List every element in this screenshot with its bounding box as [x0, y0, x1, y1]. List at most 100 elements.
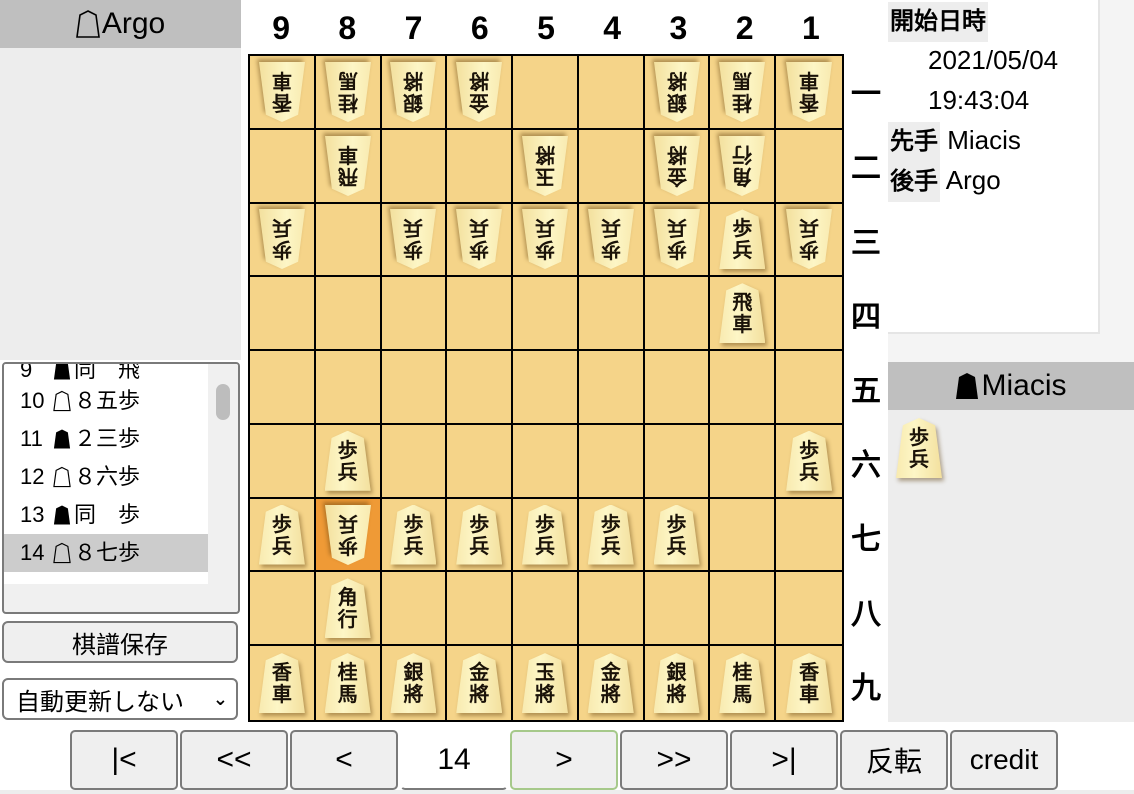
sente-piece[interactable]: 歩兵: [587, 504, 634, 565]
board-square[interactable]: [250, 572, 316, 647]
sente-piece[interactable]: 歩兵: [896, 418, 942, 478]
board-square[interactable]: [644, 277, 711, 352]
board-square[interactable]: 歩兵: [578, 203, 645, 278]
board-square[interactable]: [578, 56, 645, 130]
gote-piece[interactable]: 桂馬: [719, 62, 765, 122]
board-square[interactable]: [250, 277, 316, 352]
board-square[interactable]: [513, 572, 579, 647]
board-square[interactable]: [513, 351, 579, 425]
gote-piece[interactable]: 玉將: [522, 136, 568, 196]
board-square[interactable]: [578, 572, 645, 647]
board-square[interactable]: 歩兵: [513, 498, 579, 573]
board-square[interactable]: [644, 572, 711, 647]
gote-piece[interactable]: 香車: [786, 62, 832, 122]
board-square[interactable]: 桂馬: [316, 646, 382, 720]
board-square[interactable]: 歩兵: [644, 203, 711, 278]
board-square[interactable]: 歩兵: [381, 498, 448, 573]
kifu-move-item[interactable]: 11 ２三歩: [4, 420, 210, 458]
board-square[interactable]: [644, 424, 711, 499]
board-square[interactable]: [447, 424, 514, 499]
kifu-scrollbar[interactable]: [208, 364, 238, 584]
sente-piece[interactable]: 歩兵: [786, 430, 833, 491]
board-square[interactable]: [250, 424, 316, 499]
kifu-scrollbar-thumb[interactable]: [216, 384, 230, 420]
board-square[interactable]: 歩兵: [315, 498, 382, 573]
board-square[interactable]: [381, 572, 448, 647]
sente-piece[interactable]: 歩兵: [324, 430, 371, 491]
sente-piece[interactable]: 角行: [324, 578, 371, 639]
board-square[interactable]: 玉將: [513, 646, 579, 720]
gote-piece[interactable]: 飛車: [325, 136, 371, 196]
board-square[interactable]: [513, 424, 579, 499]
board-square[interactable]: 角行: [710, 129, 777, 204]
first-move-button[interactable]: |<: [70, 730, 178, 790]
sente-piece[interactable]: 桂馬: [719, 653, 766, 714]
board-square[interactable]: [644, 351, 711, 425]
board-square[interactable]: [710, 424, 777, 499]
kifu-move-item[interactable]: 14 ８七歩: [4, 534, 210, 572]
gote-piece[interactable]: 歩兵: [456, 209, 502, 269]
board-square[interactable]: 銀將: [644, 56, 711, 130]
board-square[interactable]: 香車: [776, 56, 842, 130]
board-square[interactable]: [776, 351, 842, 425]
board-square[interactable]: [776, 572, 842, 647]
board-square[interactable]: 金將: [447, 646, 514, 720]
sente-piece[interactable]: 飛車: [719, 283, 766, 344]
sente-piece[interactable]: 歩兵: [258, 504, 305, 565]
sente-piece[interactable]: 金將: [587, 653, 634, 714]
board-square[interactable]: [381, 351, 448, 425]
sente-piece[interactable]: 歩兵: [390, 504, 437, 565]
board-square[interactable]: 歩兵: [513, 203, 579, 278]
board-square[interactable]: [447, 129, 514, 204]
gote-piece[interactable]: 歩兵: [390, 209, 436, 269]
board-square[interactable]: [381, 129, 448, 204]
board-square[interactable]: [776, 130, 842, 204]
sente-hand-piece[interactable]: 歩兵: [896, 418, 942, 478]
kifu-move-item[interactable]: 13 同 歩: [4, 496, 210, 534]
kifu-list[interactable]: 9 同 飛 10 ８五歩 11 ２三歩 12 ８六歩 13 同 歩 14 ８七歩: [4, 364, 210, 584]
shogi-board[interactable]: 香車桂馬銀將金將銀將桂馬香車飛車玉將金將角行歩兵歩兵歩兵歩兵歩兵歩兵歩兵歩兵飛車…: [248, 54, 844, 722]
board-square[interactable]: 金將: [644, 129, 711, 204]
gote-piece[interactable]: 歩兵: [325, 505, 371, 565]
board-square[interactable]: 歩兵: [250, 498, 316, 573]
board-square[interactable]: [447, 351, 514, 425]
kifu-move-item[interactable]: 10 ８五歩: [4, 382, 210, 420]
board-square[interactable]: 歩兵: [776, 204, 842, 278]
board-square[interactable]: 歩兵: [381, 203, 448, 278]
board-square[interactable]: [513, 56, 579, 130]
board-square[interactable]: 歩兵: [250, 203, 316, 278]
board-square[interactable]: 香車: [250, 56, 316, 130]
board-square[interactable]: [513, 277, 579, 352]
board-square[interactable]: 桂馬: [710, 646, 777, 720]
gote-piece[interactable]: 歩兵: [259, 209, 305, 269]
board-square[interactable]: 金將: [579, 646, 645, 720]
gote-piece[interactable]: 歩兵: [522, 209, 568, 269]
credit-button[interactable]: credit: [950, 730, 1058, 790]
board-square[interactable]: [250, 129, 316, 204]
board-square[interactable]: 銀將: [382, 646, 448, 720]
board-square[interactable]: [315, 277, 382, 352]
gote-piece[interactable]: 歩兵: [654, 209, 700, 269]
flip-board-button[interactable]: 反転: [840, 730, 948, 790]
sente-piece[interactable]: 玉將: [521, 653, 568, 714]
board-square[interactable]: 金將: [447, 56, 514, 130]
sente-piece[interactable]: 歩兵: [521, 504, 568, 565]
board-square[interactable]: 桂馬: [710, 56, 777, 130]
gote-piece[interactable]: 金將: [456, 62, 502, 122]
board-square[interactable]: [315, 203, 382, 278]
board-square[interactable]: 歩兵: [447, 498, 514, 573]
sente-piece[interactable]: 歩兵: [456, 504, 503, 565]
gote-piece[interactable]: 桂馬: [325, 62, 371, 122]
sente-piece[interactable]: 金將: [456, 653, 503, 714]
board-square[interactable]: [710, 572, 777, 647]
last-move-button[interactable]: >|: [730, 730, 838, 790]
back-button[interactable]: <: [290, 730, 398, 790]
sente-piece[interactable]: 桂馬: [324, 653, 371, 714]
board-square[interactable]: 銀將: [381, 56, 448, 130]
board-square[interactable]: [250, 351, 316, 425]
sente-piece[interactable]: 香車: [786, 653, 833, 714]
board-square[interactable]: [578, 351, 645, 425]
board-square[interactable]: [578, 424, 645, 499]
gote-piece[interactable]: 香車: [259, 62, 305, 122]
sente-piece[interactable]: 香車: [258, 653, 305, 714]
